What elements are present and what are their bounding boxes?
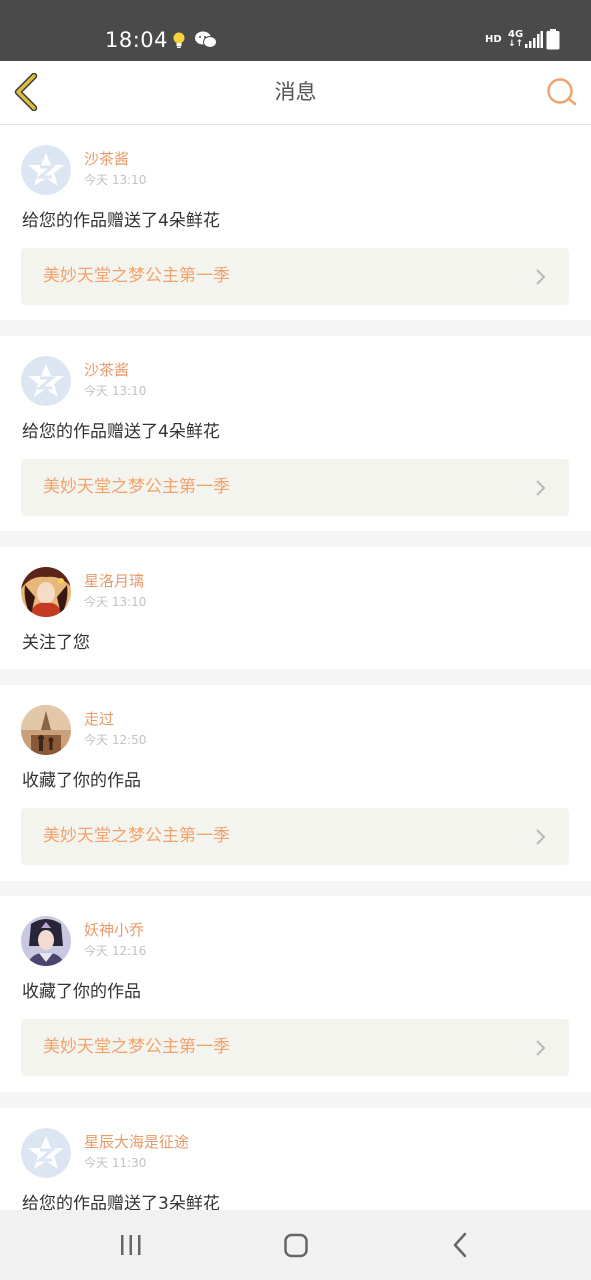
message-time: 今天 12:50 (84, 733, 147, 747)
message-card: 星辰大海是征途 今天 11:30 给您的作品赠送了3朵鲜花 (0, 1108, 591, 1214)
message-card: 妖神小乔 今天 12:16 收藏了你的作品 美妙天堂之梦公主第一季 (0, 896, 591, 1092)
hd-indicator: HD (485, 34, 502, 45)
work-link[interactable]: 美妙天堂之梦公主第一季 (21, 1019, 569, 1076)
work-link[interactable]: 美妙天堂之梦公主第一季 (21, 248, 569, 305)
message-time: 今天 13:10 (84, 595, 147, 609)
battery-icon (546, 29, 560, 50)
page-title: 消息 (274, 80, 317, 104)
bulb-notification-icon (171, 31, 187, 49)
sender-name[interactable]: 沙茶酱 (84, 150, 129, 168)
user-avatar[interactable] (21, 567, 71, 617)
work-title: 美妙天堂之梦公主第一季 (43, 1037, 230, 1057)
message-card: 沙茶酱 今天 13:10 给您的作品赠送了4朵鲜花 美妙天堂之梦公主第一季 (0, 336, 591, 531)
wechat-icon (194, 30, 218, 50)
status-time: 18:04 (105, 28, 169, 52)
message-text: 收藏了你的作品 (22, 982, 141, 1002)
work-title: 美妙天堂之梦公主第一季 (43, 477, 230, 497)
default-avatar-icon[interactable] (21, 145, 71, 195)
search-icon[interactable] (545, 76, 579, 108)
sender-name[interactable]: 星洛月璃 (84, 572, 144, 590)
chevron-right-icon (535, 267, 547, 287)
chevron-right-icon (535, 478, 547, 498)
default-avatar-icon[interactable] (21, 356, 71, 406)
sender-name[interactable]: 走过 (84, 710, 114, 728)
status-bar: 18:04 HD 4G ↓↑ (0, 0, 591, 61)
work-title: 美妙天堂之梦公主第一季 (43, 826, 230, 846)
user-avatar[interactable] (21, 916, 71, 966)
work-link[interactable]: 美妙天堂之梦公主第一季 (21, 459, 569, 516)
recent-apps-icon[interactable] (118, 1230, 144, 1260)
message-time: 今天 13:10 (84, 173, 147, 187)
back-icon[interactable] (450, 1230, 472, 1260)
chevron-right-icon (535, 827, 547, 847)
network-indicator: 4G ↓↑ (508, 30, 523, 49)
work-title: 美妙天堂之梦公主第一季 (43, 266, 230, 286)
message-text: 关注了您 (22, 633, 90, 653)
system-nav-bar (0, 1210, 591, 1280)
message-card: 走过 今天 12:50 收藏了你的作品 美妙天堂之梦公主第一季 (0, 685, 591, 881)
network-arrows: ↓↑ (508, 39, 524, 49)
message-time: 今天 11:30 (84, 1156, 147, 1170)
work-link[interactable]: 美妙天堂之梦公主第一季 (21, 808, 569, 865)
message-time: 今天 13:10 (84, 384, 147, 398)
home-icon[interactable] (282, 1230, 310, 1260)
sender-name[interactable]: 妖神小乔 (84, 921, 144, 939)
signal-icon (525, 31, 543, 48)
default-avatar-icon[interactable] (21, 1128, 71, 1178)
app-header: 消息 (0, 61, 591, 125)
message-text: 给您的作品赠送了4朵鲜花 (22, 422, 220, 442)
user-avatar[interactable] (21, 705, 71, 755)
message-time: 今天 12:16 (84, 944, 147, 958)
message-text: 收藏了你的作品 (22, 771, 141, 791)
message-card: 星洛月璃 今天 13:10 关注了您 (0, 547, 591, 669)
chevron-right-icon (535, 1038, 547, 1058)
sender-name[interactable]: 沙茶酱 (84, 361, 129, 379)
message-card: 沙茶酱 今天 13:10 给您的作品赠送了4朵鲜花 美妙天堂之梦公主第一季 (0, 125, 591, 320)
message-text: 给您的作品赠送了4朵鲜花 (22, 211, 220, 231)
sender-name[interactable]: 星辰大海是征途 (84, 1133, 189, 1151)
